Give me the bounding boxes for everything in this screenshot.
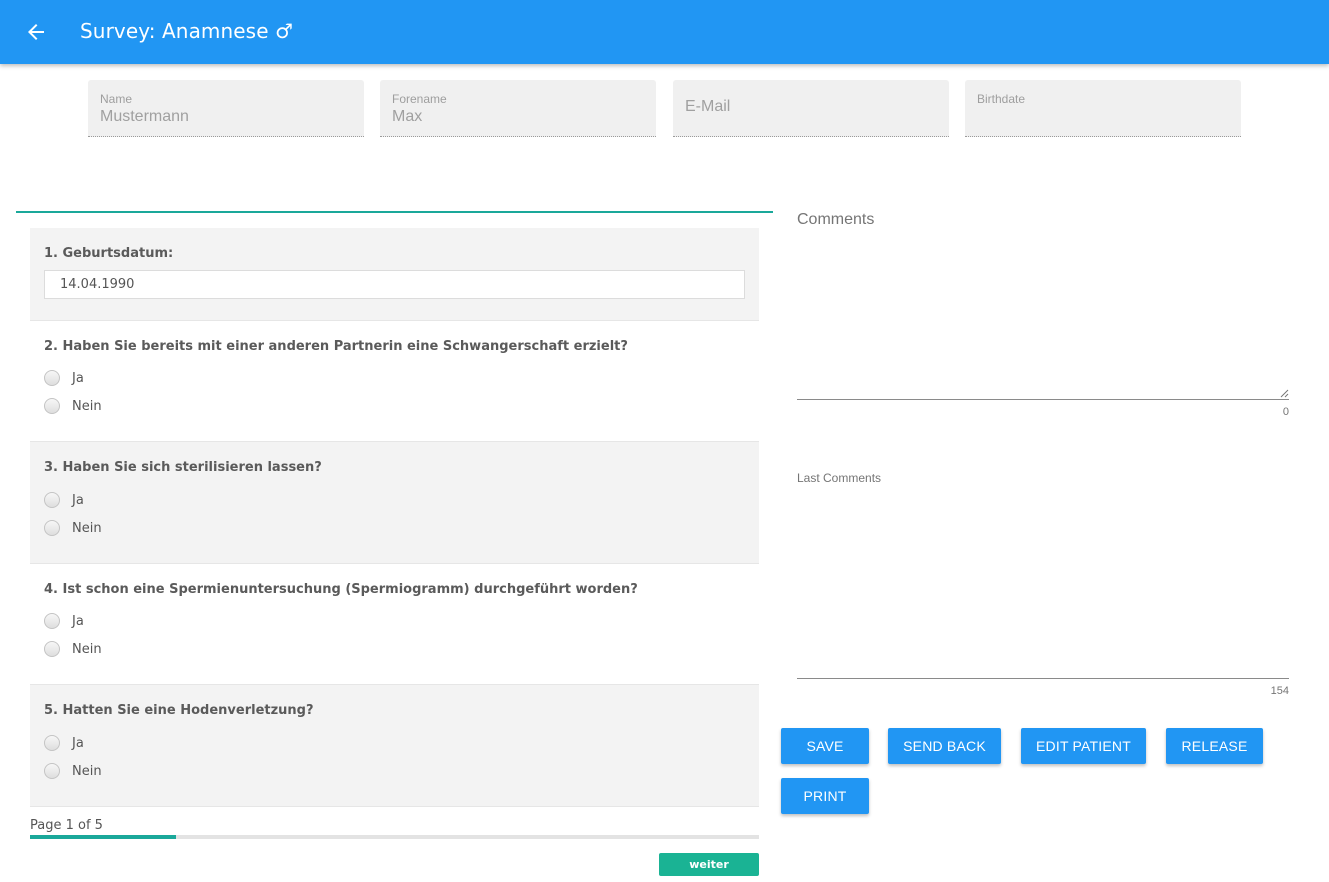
email-field-placeholder: E-Mail <box>685 98 731 115</box>
next-page-button[interactable]: weiter <box>659 853 759 876</box>
birthdate-field[interactable]: Birthdate <box>965 80 1241 137</box>
send-back-button[interactable]: SEND BACK <box>888 728 1001 764</box>
radio-label: Nein <box>72 520 102 536</box>
save-button[interactable]: SAVE <box>781 728 869 764</box>
radio-button[interactable] <box>44 398 60 414</box>
email-field[interactable]: E-Mail <box>673 80 949 137</box>
name-field[interactable]: Name Mustermann <box>88 80 364 137</box>
page-title: Survey: Anamnese ♂ <box>80 19 294 43</box>
forename-field-value: Max <box>392 108 423 125</box>
progress-bar <box>30 835 759 839</box>
print-button[interactable]: PRINT <box>781 778 869 814</box>
forename-field[interactable]: Forename Max <box>380 80 656 137</box>
progress-bar-fill <box>30 835 176 839</box>
release-button[interactable]: RELEASE <box>1166 728 1263 764</box>
question-3: 3. Haben Sie sich sterilisieren lassen? … <box>30 442 759 564</box>
radio-button[interactable] <box>44 613 60 629</box>
radio-button[interactable] <box>44 492 60 508</box>
radio-label: Nein <box>72 641 102 657</box>
radio-option-ja[interactable]: Ja <box>44 611 84 631</box>
question-2: 2. Haben Sie bereits mit einer anderen P… <box>30 321 759 442</box>
arrow-left-icon <box>28 24 44 40</box>
radio-button[interactable] <box>44 641 60 657</box>
radio-option-ja[interactable]: Ja <box>44 368 84 388</box>
radio-option-nein[interactable]: Nein <box>44 761 102 781</box>
birthdate-answer-input[interactable]: 14.04.1990 <box>44 270 745 299</box>
comments-textarea[interactable] <box>797 240 1289 400</box>
page-indicator: Page 1 of 5 <box>30 818 103 833</box>
radio-label: Ja <box>72 492 84 508</box>
question-title: 5. Hatten Sie eine Hodenverletzung? <box>44 703 314 718</box>
radio-option-nein[interactable]: Nein <box>44 518 102 538</box>
edit-patient-button[interactable]: EDIT PATIENT <box>1021 728 1146 764</box>
app-bar: Survey: Anamnese ♂ <box>0 0 1329 64</box>
last-comments-label: Last Comments <box>797 471 882 485</box>
question-title: 1. Geburtsdatum: <box>44 246 174 261</box>
radio-option-nein[interactable]: Nein <box>44 639 102 659</box>
radio-button[interactable] <box>44 763 60 779</box>
radio-option-nein[interactable]: Nein <box>44 396 102 416</box>
comments-label: Comments <box>797 211 875 228</box>
radio-button[interactable] <box>44 370 60 386</box>
radio-button[interactable] <box>44 520 60 536</box>
back-button[interactable] <box>24 20 48 44</box>
question-1: 1. Geburtsdatum: 14.04.1990 <box>30 228 759 321</box>
question-title: 3. Haben Sie sich sterilisieren lassen? <box>44 460 322 475</box>
birthdate-field-label: Birthdate <box>977 92 1026 106</box>
radio-label: Nein <box>72 763 102 779</box>
last-comments-area <box>797 490 1289 679</box>
question-title: 2. Haben Sie bereits mit einer anderen P… <box>44 339 628 354</box>
radio-label: Ja <box>72 613 84 629</box>
radio-label: Ja <box>72 735 84 751</box>
name-field-value: Mustermann <box>100 108 189 125</box>
name-field-label: Name <box>100 92 133 106</box>
radio-label: Nein <box>72 398 102 414</box>
last-comments-char-counter: 154 <box>1270 685 1289 697</box>
survey-top-border <box>16 211 773 213</box>
question-4: 4. Ist schon eine Spermienuntersuchung (… <box>30 564 759 685</box>
radio-option-ja[interactable]: Ja <box>44 490 84 510</box>
radio-label: Ja <box>72 370 84 386</box>
radio-button[interactable] <box>44 735 60 751</box>
question-5: 5. Hatten Sie eine Hodenverletzung? Ja N… <box>30 685 759 807</box>
comments-char-counter: 0 <box>1282 406 1289 418</box>
forename-field-label: Forename <box>392 92 447 106</box>
resize-handle-icon[interactable] <box>1279 388 1289 398</box>
question-title: 4. Ist schon eine Spermienuntersuchung (… <box>44 582 638 597</box>
radio-option-ja[interactable]: Ja <box>44 733 84 753</box>
